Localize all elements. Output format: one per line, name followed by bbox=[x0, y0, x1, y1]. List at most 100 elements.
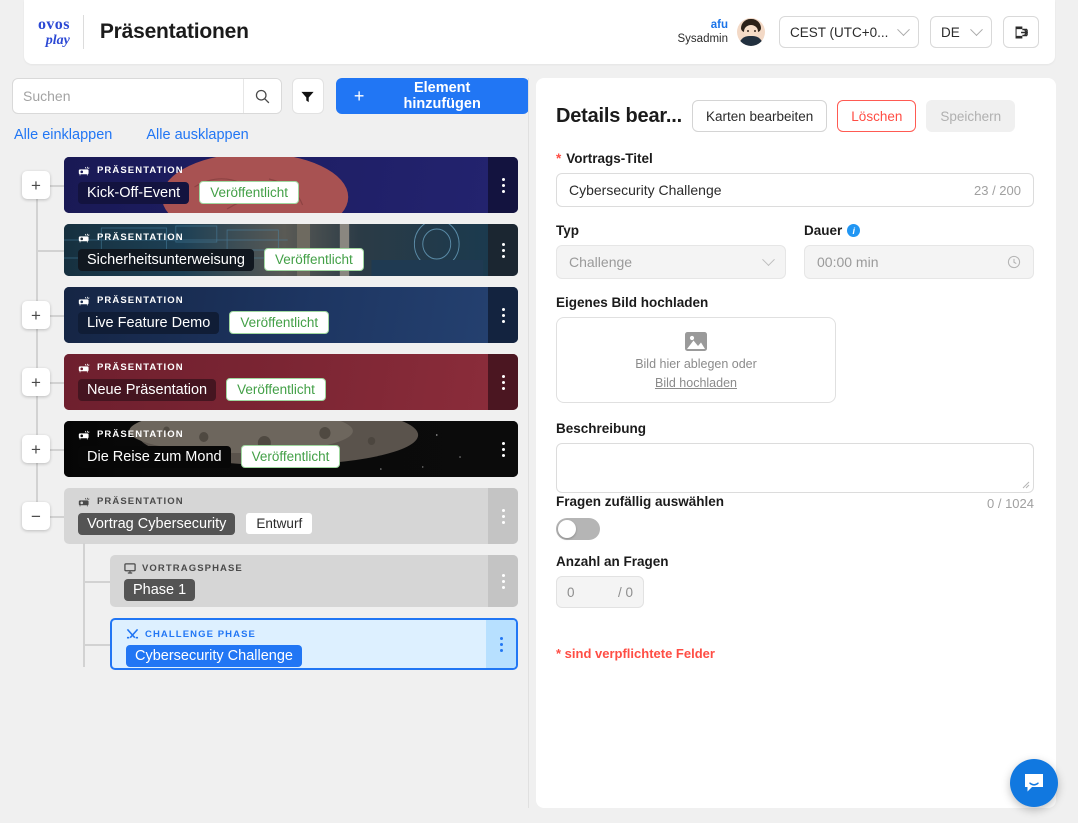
tree-item-card[interactable]: PRÄSENTATION Neue Präsentation Veröffent… bbox=[64, 354, 518, 410]
tree-row: + bbox=[0, 157, 529, 213]
presentation-tree: + PRÄSENTATION Kick-Off-Event Veröffentl… bbox=[0, 157, 529, 670]
description-textarea[interactable] bbox=[556, 443, 1034, 493]
expand-all-button[interactable]: Alle ausklappen bbox=[146, 127, 248, 143]
search-box[interactable] bbox=[12, 78, 282, 114]
type-value: Challenge bbox=[569, 254, 633, 270]
tree-toggle-button[interactable]: − bbox=[22, 502, 50, 530]
image-icon bbox=[685, 331, 707, 351]
ovos-play-logo[interactable]: ovos play bbox=[38, 15, 83, 48]
plus-icon: + bbox=[353, 86, 365, 106]
title-field-label: * Vortrags-Titel bbox=[556, 151, 1034, 166]
image-dropzone[interactable]: Bild hier ablegen oder Bild hochladen bbox=[556, 317, 836, 403]
status-badge: Veröffentlicht bbox=[199, 181, 300, 204]
projector-icon bbox=[78, 497, 90, 506]
user-role: Sysadmin bbox=[677, 33, 729, 45]
tree-child-card-selected[interactable]: CHALLENGE PHASE Cybersecurity Challenge bbox=[110, 618, 518, 670]
info-icon[interactable]: i bbox=[847, 224, 861, 237]
details-title: Details bear... bbox=[556, 104, 682, 127]
tree-child-kicker: VORTRAGSPHASE bbox=[142, 563, 243, 574]
tree-item-name: Die Reise zum Mond bbox=[78, 445, 231, 468]
tree-child-name: Cybersecurity Challenge bbox=[126, 645, 302, 667]
required-marker: * bbox=[556, 151, 562, 166]
type-field-label: Typ bbox=[556, 223, 579, 238]
page-title: Präsentationen bbox=[99, 20, 249, 43]
title-char-counter: 23 / 200 bbox=[974, 182, 1021, 198]
tree-item-kicker: PRÄSENTATION bbox=[97, 232, 184, 243]
tree-item-menu-button[interactable] bbox=[488, 488, 518, 544]
tree-item-menu-button[interactable] bbox=[488, 224, 518, 276]
duration-placeholder: 00:00 min bbox=[817, 254, 879, 270]
search-button[interactable] bbox=[242, 79, 281, 113]
chevron-down-icon bbox=[897, 22, 910, 36]
duration-input[interactable]: 00:00 min bbox=[804, 245, 1034, 279]
logo-line-1: ovos bbox=[38, 15, 70, 33]
type-select[interactable]: Challenge bbox=[556, 245, 786, 279]
projector-icon bbox=[78, 296, 90, 305]
tree-toggle-button[interactable]: + bbox=[22, 301, 50, 329]
tree-toggle-button[interactable]: + bbox=[22, 171, 50, 199]
tree-toolbar: + Element hinzufügen bbox=[0, 78, 529, 114]
tree-row: + PRÄSENTATIO bbox=[0, 287, 529, 343]
tree-children: VORTRAGSPHASE Phase 1 CHALLENGE PHASE Cy… bbox=[0, 543, 529, 670]
tree-item-name: Vortrag Cybersecurity bbox=[78, 512, 236, 535]
tree-connector bbox=[37, 250, 64, 252]
filter-button[interactable] bbox=[291, 78, 324, 114]
status-badge: Entwurf bbox=[245, 512, 314, 535]
tree-item-card[interactable]: PRÄSENTATION Die Reise zum Mond Veröffen… bbox=[64, 421, 518, 477]
projector-icon bbox=[78, 233, 90, 242]
tree-child-kicker: CHALLENGE PHASE bbox=[145, 628, 256, 640]
tree-item-name: Live Feature Demo bbox=[78, 311, 220, 334]
tree-connector bbox=[83, 581, 110, 583]
tree-item-menu-button[interactable] bbox=[488, 421, 518, 477]
logout-button[interactable] bbox=[1003, 16, 1039, 48]
tree-item-menu-button[interactable] bbox=[488, 157, 518, 213]
kebab-icon bbox=[501, 573, 505, 589]
save-button[interactable]: Speichern bbox=[926, 100, 1016, 132]
app-root: ovos play Präsentationen afu Sysadmin CE… bbox=[0, 0, 1078, 823]
title-input[interactable]: Cybersecurity Challenge 23 / 200 bbox=[556, 173, 1034, 207]
upload-link[interactable]: Bild hochladen bbox=[655, 376, 737, 390]
user-info[interactable]: afu Sysadmin bbox=[678, 18, 729, 47]
tree-child-menu-button[interactable] bbox=[488, 555, 518, 607]
tree-row-child: CHALLENGE PHASE Cybersecurity Challenge bbox=[0, 618, 529, 670]
tree-toggle-button[interactable]: + bbox=[22, 368, 50, 396]
tree-item-name: Kick-Off-Event bbox=[78, 181, 190, 204]
search-input[interactable] bbox=[13, 79, 243, 113]
chevron-down-icon bbox=[970, 22, 983, 36]
tree-item-card[interactable]: PRÄSENTATION Vortrag Cybersecurity Entwu… bbox=[64, 488, 518, 544]
random-questions-label: Fragen zufällig auswählen bbox=[556, 494, 725, 509]
swords-icon bbox=[126, 628, 139, 639]
avatar-body bbox=[739, 36, 763, 46]
tree-item-card[interactable]: PRÄSENTATION Sicherheitsunterweisung Ver… bbox=[64, 224, 518, 276]
search-icon bbox=[255, 89, 270, 103]
tree-item-kicker: PRÄSENTATION bbox=[97, 362, 184, 373]
question-count-input[interactable]: 0 / 0 bbox=[556, 576, 644, 608]
panel-divider bbox=[528, 78, 529, 808]
title-label-text: Vortrags-Titel bbox=[566, 151, 653, 166]
tree-toggle-button[interactable]: + bbox=[22, 435, 50, 463]
language-select[interactable]: DE bbox=[930, 16, 992, 48]
edit-cards-button[interactable]: Karten bearbeiten bbox=[691, 100, 828, 132]
add-element-button[interactable]: + Element hinzufügen bbox=[335, 78, 529, 114]
question-count-max: / 0 bbox=[617, 584, 633, 600]
delete-button[interactable]: Löschen bbox=[837, 100, 917, 132]
timezone-select[interactable]: CEST (UTC+0... bbox=[779, 16, 919, 48]
tree-item-card[interactable]: PRÄSENTATION Live Feature Demo Veröffent… bbox=[64, 287, 518, 343]
status-badge: Veröffentlicht bbox=[240, 445, 341, 468]
tree-item-kicker: PRÄSENTATION bbox=[97, 429, 184, 440]
avatar[interactable] bbox=[737, 18, 765, 46]
resize-grip-icon[interactable] bbox=[1022, 481, 1030, 489]
random-questions-toggle[interactable] bbox=[556, 518, 600, 540]
tree-child-menu-button[interactable] bbox=[486, 620, 516, 668]
tree-item-card[interactable]: PRÄSENTATION Kick-Off-Event Veröffentlic… bbox=[64, 157, 518, 213]
tree-item-menu-button[interactable] bbox=[488, 287, 518, 343]
collapse-all-button[interactable]: Alle einklappen bbox=[14, 127, 112, 143]
chat-widget-button[interactable] bbox=[1010, 759, 1058, 807]
question-count-value: 0 bbox=[567, 584, 575, 600]
upload-label: Eigenes Bild hochladen bbox=[556, 295, 709, 310]
tree-item-menu-button[interactable] bbox=[488, 354, 518, 410]
projector-icon bbox=[78, 363, 90, 372]
tree-child-card[interactable]: VORTRAGSPHASE Phase 1 bbox=[110, 555, 518, 607]
details-panel: Details bear... Karten bearbeiten Lösche… bbox=[536, 78, 1056, 808]
filter-icon bbox=[301, 91, 314, 102]
